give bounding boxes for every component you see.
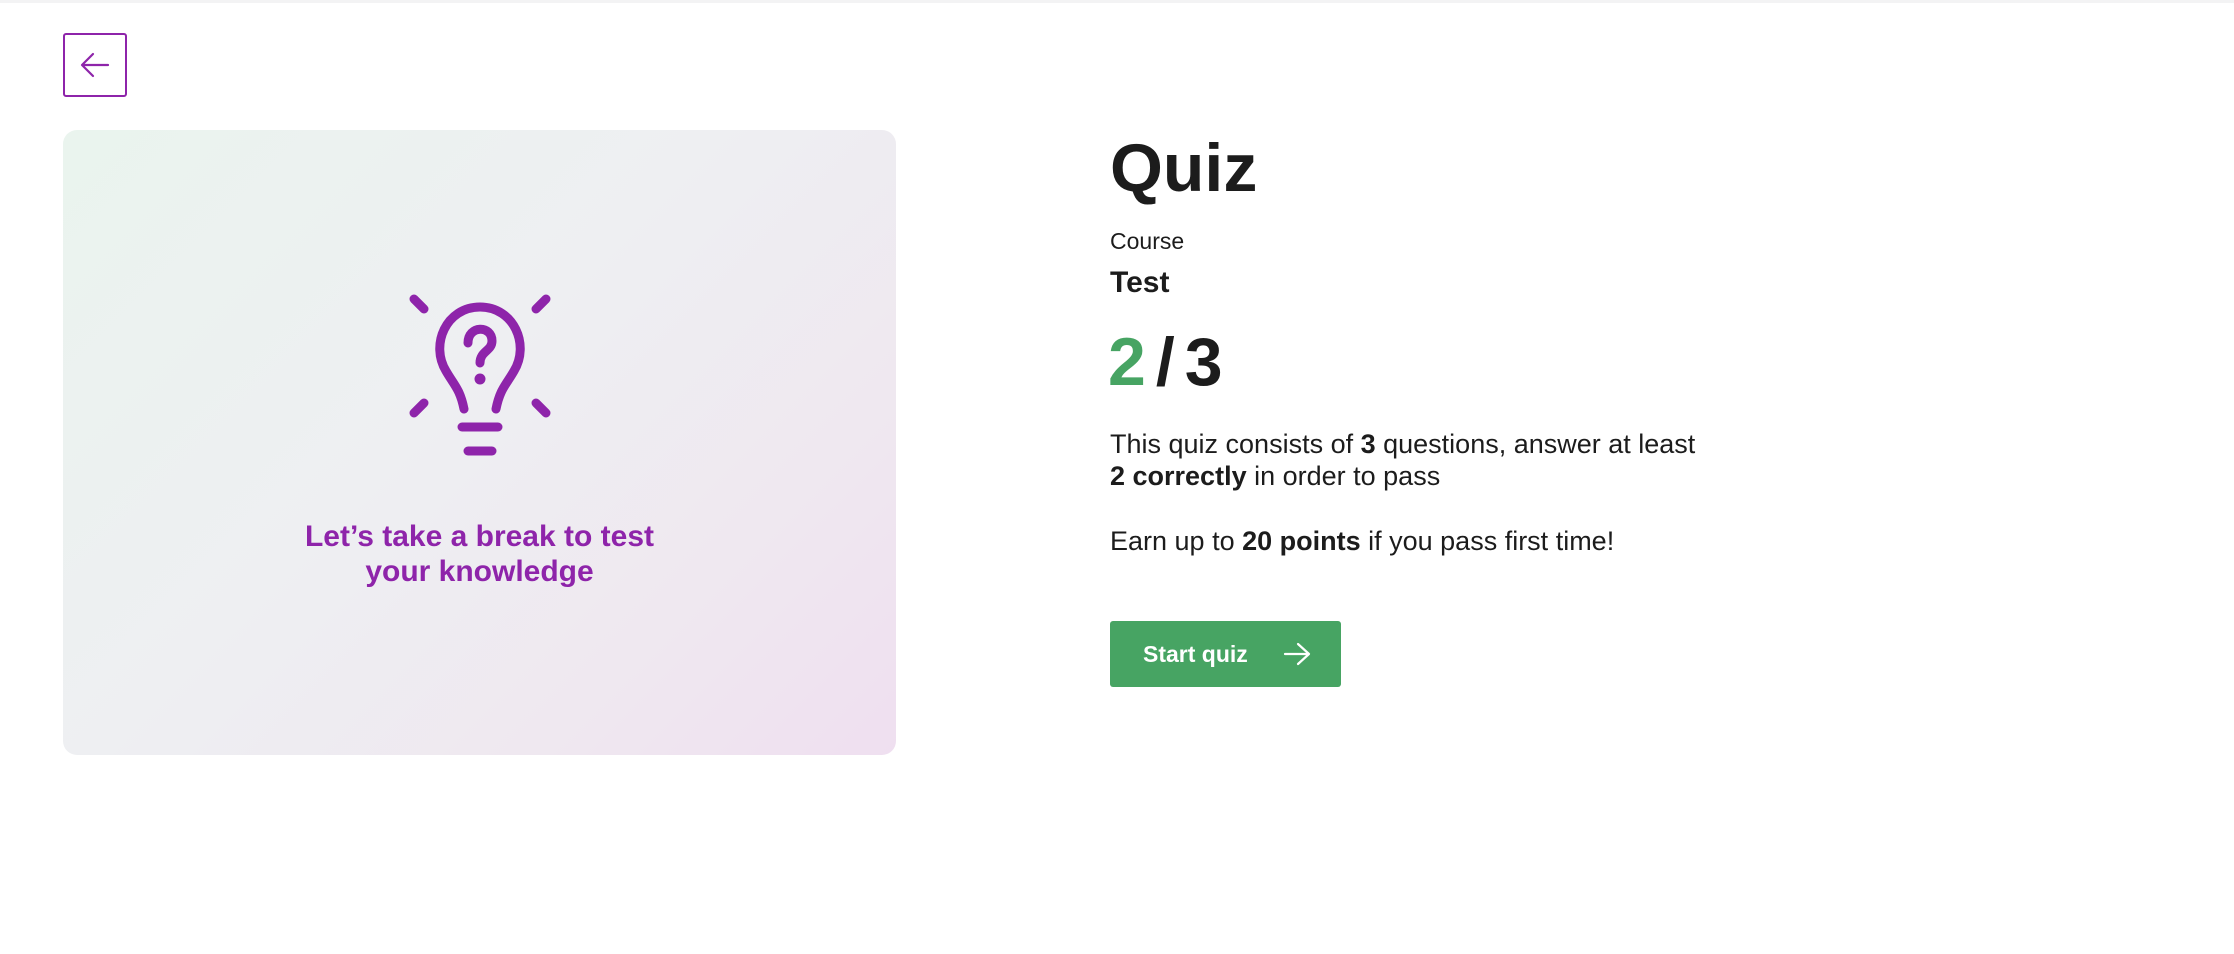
description-text-3: in order to pass bbox=[1246, 461, 1441, 491]
card-caption-line-1: Let’s take a break to test bbox=[304, 520, 655, 553]
start-quiz-button[interactable]: Start quiz bbox=[1110, 621, 1341, 687]
description-question-count: 3 bbox=[1360, 429, 1376, 459]
required-correct-count: 2 bbox=[1108, 324, 1146, 400]
start-quiz-label: Start quiz bbox=[1143, 640, 1248, 667]
course-label: Course bbox=[1110, 228, 1185, 254]
lightbulb-question-icon bbox=[409, 294, 551, 456]
total-questions-count: 3 bbox=[1184, 324, 1223, 400]
score-separator: / bbox=[1155, 324, 1175, 400]
points-text-2: if you pass first time! bbox=[1360, 526, 1615, 556]
points-text-1: Earn up to bbox=[1110, 526, 1243, 556]
description-required-correct: 2 correctly bbox=[1110, 461, 1247, 491]
description-text-2: questions, answer at least bbox=[1375, 429, 1696, 459]
points-info: Earn up to 20 points if you pass first t… bbox=[1110, 525, 1614, 557]
page-title: Quiz bbox=[1110, 130, 1258, 206]
quiz-description: This quiz consists of 3 questions, answe… bbox=[1110, 428, 1810, 492]
course-name: Test bbox=[1110, 266, 1170, 299]
card-caption: Let’s take a break to test your knowledg… bbox=[63, 519, 896, 589]
pass-requirement-score: 2/3 bbox=[1108, 322, 1223, 402]
points-amount: 20 points bbox=[1242, 526, 1361, 556]
description-text-1: This quiz consists of bbox=[1110, 429, 1361, 459]
back-button[interactable] bbox=[63, 33, 127, 97]
arrow-left-icon bbox=[80, 52, 110, 78]
arrow-right-icon bbox=[1283, 642, 1311, 666]
top-divider bbox=[0, 0, 2234, 3]
card-caption-line-2: your knowledge bbox=[365, 555, 594, 588]
